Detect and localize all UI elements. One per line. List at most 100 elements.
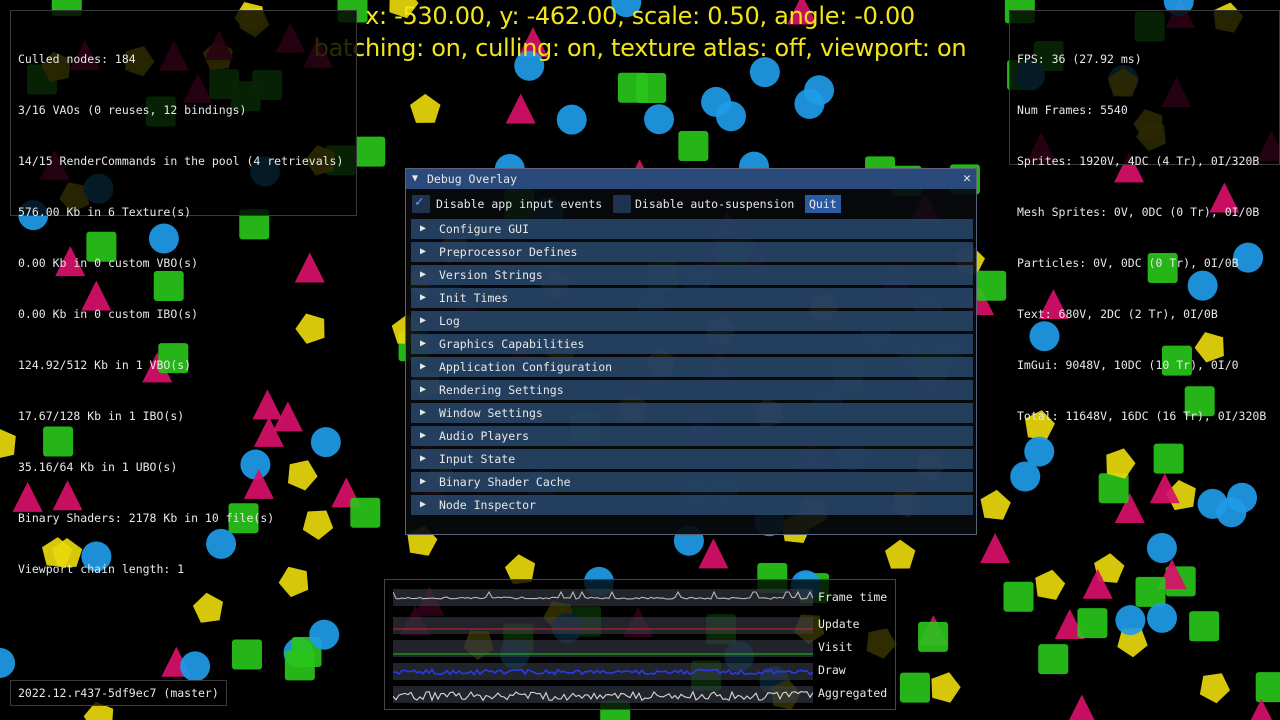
stats-line: Particles: 0V, 0DC (0 Tr), 0I/0B [1017, 256, 1239, 270]
section-window-settings[interactable]: ▶ Window Settings [411, 403, 973, 423]
sprite-circle [0, 647, 16, 678]
sprite-circle [644, 104, 675, 135]
section-audio-players[interactable]: ▶ Audio Players [411, 426, 973, 446]
expand-arrow-icon: ▶ [420, 384, 427, 395]
section-binary-shader-cache[interactable]: ▶ Binary Shader Cache [411, 472, 973, 492]
sprite-square [355, 136, 386, 167]
debug-overlay-window[interactable]: ▼ Debug Overlay ✕ ✓ Disable app input ev… [405, 168, 977, 535]
section-label: Init Times [439, 291, 509, 305]
sprite-circle [180, 651, 211, 682]
draw-plot [393, 663, 813, 680]
expand-arrow-icon: ▶ [420, 499, 427, 510]
options-row: ✓ Disable app input events Disable auto-… [412, 194, 970, 215]
stats-line: Text: 680V, 2DC (2 Tr), 0I/0B [1017, 307, 1218, 321]
section-label: Binary Shader Cache [439, 475, 571, 489]
aggregated-label: Aggregated [818, 686, 888, 700]
performance-graphs-panel: Frame time Update Visit Draw Aggregated [384, 579, 896, 710]
section-input-state[interactable]: ▶ Input State [411, 449, 973, 469]
sprite-square [1003, 581, 1034, 612]
section-graphics-capabilities[interactable]: ▶ Graphics Capabilities [411, 334, 973, 354]
sprite-square [1135, 576, 1166, 607]
section-label: Log [439, 314, 460, 328]
sprite-pentagon [0, 429, 16, 458]
perf-line [393, 668, 813, 676]
stats-line: Mesh Sprites: 0V, 0DC (0 Tr), 0I/0B [1017, 205, 1260, 219]
sprite-square [678, 130, 709, 161]
collapse-arrow-icon[interactable]: ▼ [412, 169, 418, 189]
expand-arrow-icon: ▶ [420, 338, 427, 349]
sprite-triangle [1069, 694, 1095, 720]
disable-suspension-label[interactable]: Disable auto-suspension [635, 195, 794, 213]
sprite-circle [1115, 605, 1146, 636]
stats-line: ImGui: 9048V, 10DC (10 Tr), 0I/0 [1017, 358, 1239, 372]
stats-line: FPS: 36 (27.92 ms) [1017, 52, 1142, 66]
expand-arrow-icon: ▶ [420, 292, 427, 303]
stats-line: 576.00 Kb in 6 Texture(s) [18, 205, 192, 219]
stats-line: 124.92/512 Kb in 1 VBO(s) [18, 358, 192, 372]
sprite-square [918, 621, 949, 652]
sprite-circle [1146, 533, 1177, 564]
section-application-configuration[interactable]: ▶ Application Configuration [411, 357, 973, 377]
close-icon[interactable]: ✕ [963, 169, 971, 189]
expand-arrow-icon: ▶ [420, 453, 427, 464]
aggregated-plot [393, 686, 813, 703]
section-configure-gui[interactable]: ▶ Configure GUI [411, 219, 973, 239]
section-label: Audio Players [439, 429, 530, 443]
stats-line: 0.00 Kb in 0 custom IBO(s) [18, 307, 199, 321]
sprite-square [350, 497, 381, 528]
perf-line [393, 590, 813, 600]
sprite-circle [715, 101, 746, 132]
visit-label: Visit [818, 640, 853, 654]
section-label: Application Configuration [439, 360, 613, 374]
sprite-square [1153, 443, 1184, 474]
sprite-square [976, 270, 1007, 301]
frame-time-plot [393, 589, 813, 606]
expand-arrow-icon: ▶ [420, 223, 427, 234]
section-version-strings[interactable]: ▶ Version Strings [411, 265, 973, 285]
expand-arrow-icon: ▶ [420, 361, 427, 372]
stats-line: Total: 11648V, 16DC (16 Tr), 0I/320B [1017, 409, 1267, 423]
section-rendering-settings[interactable]: ▶ Rendering Settings [411, 380, 973, 400]
sprite-triangle [505, 93, 536, 124]
expand-arrow-icon: ▶ [420, 246, 427, 257]
section-list: ▶ Configure GUI ▶ Preprocessor Defines ▶ Ve… [411, 219, 973, 518]
section-label: Input State [439, 452, 516, 466]
frame-time-label: Frame time [818, 590, 888, 604]
version-label: 2022.12.r437-5df9ec7 (master) [10, 680, 227, 706]
window-title: Debug Overlay [427, 172, 518, 186]
sprite-circle [309, 619, 340, 650]
update-label: Update [818, 617, 860, 631]
visit-plot [393, 640, 813, 657]
sprite-square [1077, 608, 1108, 639]
stats-panel-right: FPS: 36 (27.92 ms) Num Frames: 5540 Spri… [1009, 10, 1280, 423]
section-init-times[interactable]: ▶ Init Times [411, 288, 973, 308]
sprite-pentagon [931, 672, 961, 703]
sprite-pentagon [1035, 569, 1066, 600]
sprite-square [231, 639, 262, 670]
sprite-pentagon [410, 93, 441, 123]
section-preprocessor-defines[interactable]: ▶ Preprocessor Defines [411, 242, 973, 262]
section-node-inspector[interactable]: ▶ Node Inspector [411, 495, 973, 515]
sprite-pentagon [980, 489, 1011, 520]
stats-line: 14/15 RenderCommands in the pool (4 retr… [18, 154, 344, 168]
sprite-circle [1147, 602, 1178, 633]
sprite-circle [1227, 482, 1258, 513]
disable-input-checkbox[interactable]: ✓ [412, 194, 430, 213]
perf-line [393, 690, 813, 702]
section-log[interactable]: ▶ Log [411, 311, 973, 331]
checkmark-icon: ✓ [415, 194, 424, 210]
sprite-triangle [980, 533, 1011, 564]
window-title-bar[interactable]: ▼ Debug Overlay ✕ [406, 169, 976, 189]
draw-label: Draw [818, 663, 846, 677]
section-label: Window Settings [439, 406, 543, 420]
sprite-pentagon [885, 539, 916, 569]
sprite-square [899, 672, 930, 703]
disable-input-label[interactable]: Disable app input events [436, 195, 602, 213]
quit-button[interactable]: Quit [805, 195, 841, 213]
section-label: Preprocessor Defines [439, 245, 578, 259]
expand-arrow-icon: ▶ [420, 269, 427, 280]
sprite-pentagon [192, 592, 223, 623]
disable-suspension-checkbox[interactable] [613, 195, 631, 213]
stats-line: Viewport chain length: 1 [18, 562, 185, 576]
stats-line: 3/16 VAOs (0 reuses, 12 bindings) [18, 103, 247, 117]
